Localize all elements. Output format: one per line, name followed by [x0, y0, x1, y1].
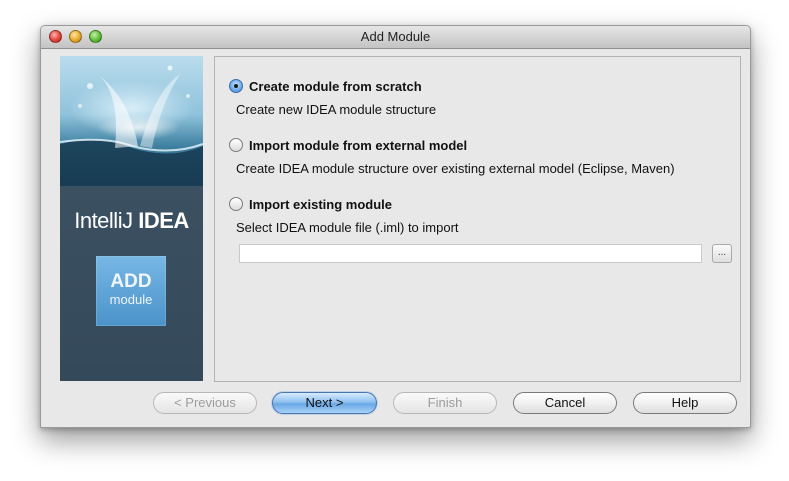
add-module-badge: ADD module — [96, 256, 166, 326]
import-existing-module-radio[interactable] — [229, 197, 243, 211]
next-button[interactable]: Next > — [272, 392, 377, 414]
water-splash-image — [60, 56, 203, 186]
module-file-path-input[interactable] — [239, 244, 702, 263]
option-create-from-scratch[interactable]: Create module from scratch — [229, 77, 422, 95]
intellij-idea-logo: IntelliJ IDEA — [60, 208, 203, 234]
module-options-panel: Create module from scratch Create new ID… — [214, 56, 741, 382]
option-import-external-model[interactable]: Import module from external model — [229, 136, 467, 154]
previous-button[interactable]: < Previous — [153, 392, 257, 414]
finish-button[interactable]: Finish — [393, 392, 497, 414]
cancel-button[interactable]: Cancel — [513, 392, 617, 414]
create-from-scratch-description: Create new IDEA module structure — [236, 102, 437, 117]
badge-subtitle: module — [109, 292, 153, 307]
option-import-existing-module[interactable]: Import existing module — [229, 195, 392, 213]
badge-title: ADD — [110, 271, 152, 292]
import-external-model-radio[interactable] — [229, 138, 243, 152]
brand-light-text: IntelliJ — [74, 208, 139, 233]
title-bar[interactable]: Add Module — [41, 26, 750, 49]
import-existing-module-description: Select IDEA module file (.iml) to import — [236, 220, 459, 235]
splash-graphic — [60, 65, 203, 186]
window-title: Add Module — [360, 29, 431, 44]
import-existing-module-label[interactable]: Import existing module — [249, 197, 392, 212]
brand-bold-text: IDEA — [138, 208, 189, 233]
create-from-scratch-radio[interactable] — [229, 79, 243, 93]
add-module-dialog: Add Module IntelliJ IDEA ADD module Crea… — [40, 25, 751, 428]
import-external-model-label[interactable]: Import module from external model — [249, 138, 467, 153]
wizard-side-banner: IntelliJ IDEA ADD module — [60, 56, 203, 381]
help-button[interactable]: Help — [633, 392, 737, 414]
import-external-model-description: Create IDEA module structure over existi… — [236, 161, 675, 176]
browse-module-file-button[interactable]: ... — [712, 244, 732, 263]
create-from-scratch-label[interactable]: Create module from scratch — [249, 79, 422, 94]
